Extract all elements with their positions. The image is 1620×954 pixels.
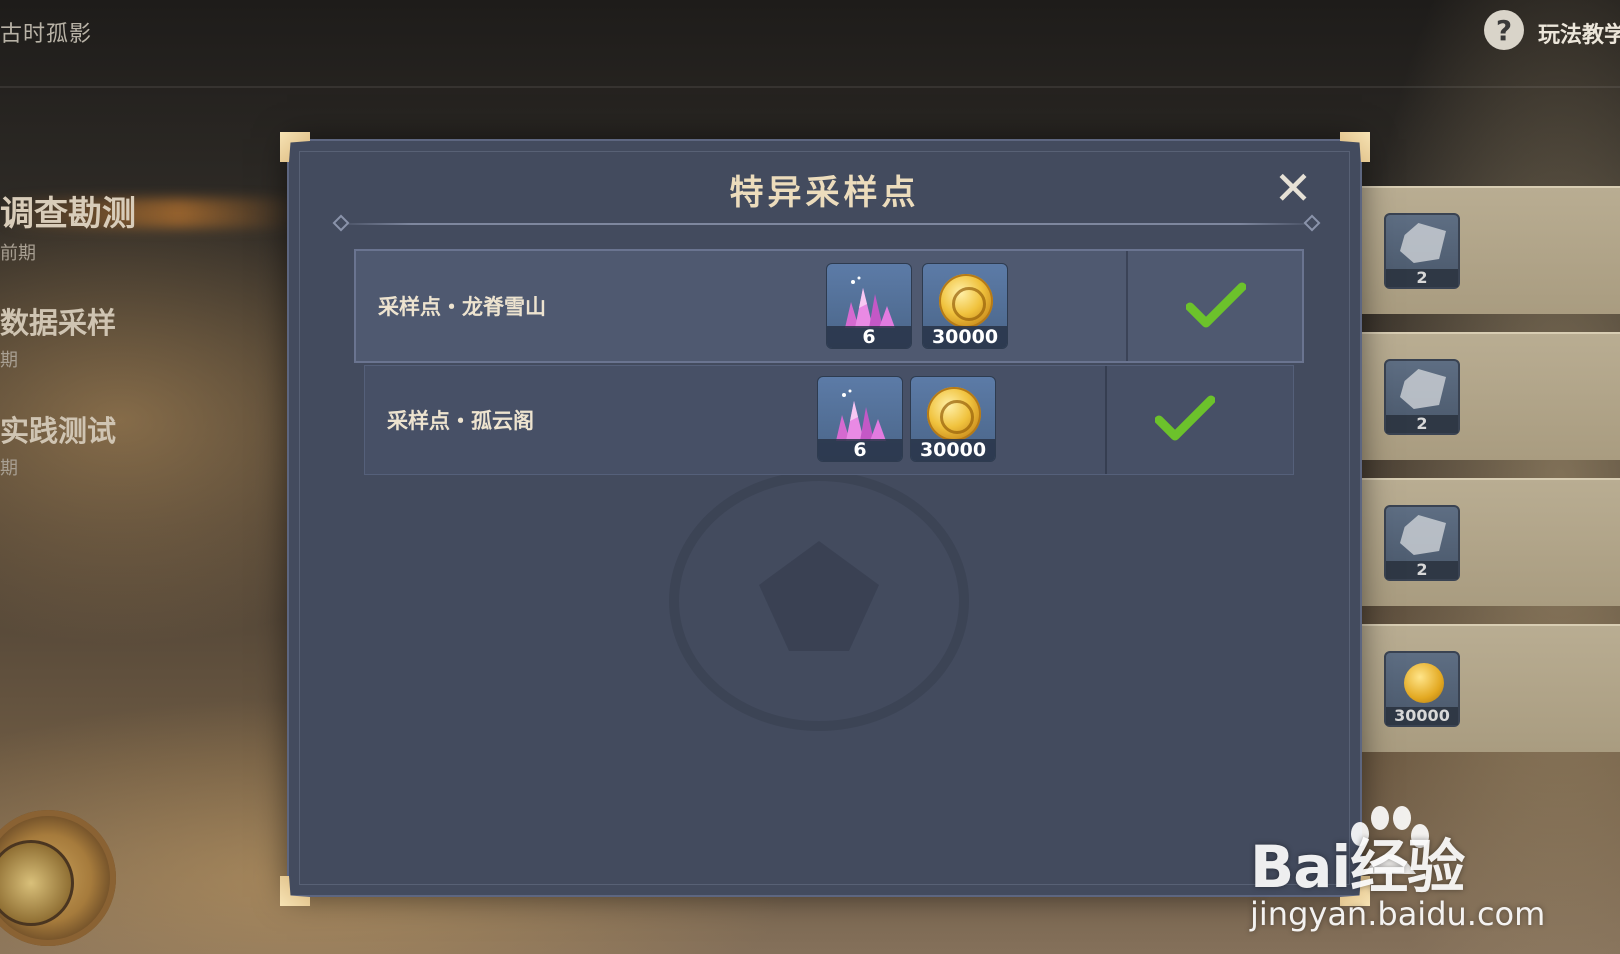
menu-item-sub: 期 [0,458,18,479]
close-button[interactable]: ✕ [1272,161,1314,215]
gear-scroll-icon [1400,223,1446,263]
reward-count: 30000 [1386,707,1458,725]
menu-item-sub: 前期 [0,243,36,264]
baidu-url: jingyan.baidu.com [1250,895,1546,933]
reward-count: 6 [827,326,911,348]
menu-item-label: 数据采样 [0,306,117,340]
reward-item-tile[interactable]: 30000 [922,263,1008,349]
reward-panel [1340,624,1620,752]
sampling-point-row[interactable]: 采样点・孤云阁 6 30000 [364,365,1294,475]
primogem-crystal-icon [845,276,895,328]
reward-count: 6 [818,439,902,461]
reward-item-tile[interactable]: 30000 [910,376,996,462]
reward-tile[interactable]: 2 [1384,359,1460,435]
reward-panel [1340,186,1620,314]
checkmark-icon [1155,395,1215,441]
gear-scroll-icon [1400,369,1446,409]
primogem-crystal-icon [836,389,886,441]
baidu-brand: Bai经验 [1250,833,1465,901]
page-title: 古时孤影 [0,22,93,47]
baidu-watermark: Bai经验 jingyan.baidu.com [1250,800,1590,940]
reward-count: 2 [1386,561,1458,579]
reward-item-tile[interactable]: 6 [817,376,903,462]
reward-count: 2 [1386,415,1458,433]
row-separator [1126,251,1128,361]
reward-panel [1340,332,1620,460]
reward-tile[interactable]: 2 [1384,505,1460,581]
checkmark-icon [1186,282,1246,328]
reward-count: 30000 [911,439,995,461]
help-icon[interactable]: ? [1484,10,1524,50]
gear-scroll-icon [1400,515,1446,555]
mora-coin-icon [939,274,993,328]
menu-item-sampling[interactable]: 数据采样 期 [0,300,116,372]
menu-item-sub: 期 [0,350,18,371]
reward-count: 2 [1386,269,1458,287]
help-label[interactable]: 玩法教学 [1538,17,1620,49]
reward-item-tile[interactable]: 6 [826,263,912,349]
top-divider [0,86,1620,88]
reward-panel [1340,478,1620,606]
compass-badge-icon[interactable] [0,810,116,946]
close-icon: ✕ [1273,161,1313,215]
reward-tile[interactable]: 30000 [1384,651,1460,727]
menu-item-survey[interactable]: 调查勘测 前期 [0,186,136,265]
game-screen: 古时孤影 ? 玩法教学 调查勘测 前期 数据采样 期 实践测试 期 2 2 2 … [0,0,1620,954]
dialog-title: 特异采样点 [729,173,920,213]
menu-item-testing[interactable]: 实践测试 期 [0,408,116,480]
sampling-point-label: 采样点・龙脊雪山 [378,295,546,319]
sampling-point-label: 采样点・孤云阁 [387,409,534,433]
title-divider [333,223,1318,225]
menu-item-label: 调查勘测 [0,194,136,234]
reward-tile[interactable]: 2 [1384,213,1460,289]
row-separator [1105,366,1107,474]
mora-coin-icon [927,387,981,441]
menu-item-label: 实践测试 [0,414,117,448]
reward-count: 30000 [923,326,1007,348]
compass-face [0,840,74,926]
sampling-points-dialog: 特异采样点 ✕ 采样点・龙脊雪山 6 30000 采样点・孤云阁 6 30000 [287,139,1362,897]
mora-coin-icon [1404,663,1444,703]
sampling-point-row[interactable]: 采样点・龙脊雪山 6 30000 [354,249,1304,363]
emblem-watermark-icon [669,471,969,731]
